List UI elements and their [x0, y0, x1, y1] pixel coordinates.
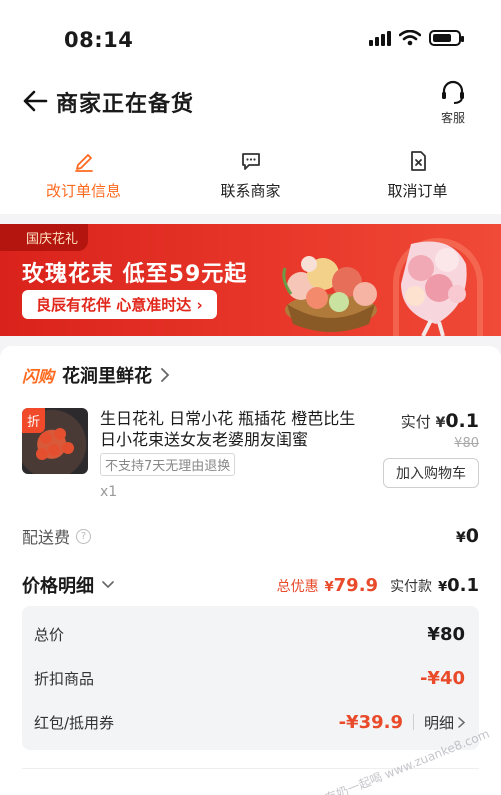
battery-icon [429, 30, 464, 46]
contact-merchant-button[interactable]: 联系商家 [167, 132, 334, 214]
price-detail-header[interactable]: 价格明细 总优惠 ¥79.9 实付款 ¥0.1 [22, 572, 479, 598]
cancel-doc-icon [410, 151, 426, 171]
price-detail-box: 总价 ¥80 折扣商品 -¥40 红包/抵用券 -¥39.9 明细 [22, 606, 479, 750]
wifi-icon [399, 30, 421, 46]
detail-row-total: 总价 ¥80 [34, 621, 465, 647]
product-paid: 实付 ¥0.1 [401, 410, 479, 432]
original-price: ¥80 [454, 436, 479, 451]
edit-icon [74, 154, 93, 172]
chevron-down-icon [102, 581, 114, 589]
no-return-tag: 不支持7天无理由退换 [100, 453, 236, 476]
detail-label: 总价 [34, 625, 65, 644]
detail-value: -¥39.9 [338, 711, 403, 733]
divider [412, 714, 414, 730]
headset-icon [442, 80, 464, 104]
detail-label: 红包/抵用券 [34, 713, 115, 732]
actual-paid-label: 实付款 [390, 578, 433, 595]
customer-service-button[interactable]: 客服 [433, 80, 473, 126]
promo-banner[interactable]: 国庆花礼 玫瑰花束 低至59元起 良辰有花伴 心意准时达 › [0, 224, 501, 336]
shop-link[interactable]: 闪购 花涧里鲜花 [22, 362, 170, 388]
product-title[interactable]: 生日花礼 日常小花 瓶插花 橙芭比生日小花束送女友老婆朋友闺蜜 [100, 408, 370, 450]
detail-row-discount: 折扣商品 -¥40 [34, 665, 465, 691]
chevron-right-icon [161, 368, 170, 382]
order-card: 闪购 花涧里鲜花 折 生日花礼 日常小花 瓶插花 橙芭比生日小花束送女友老婆朋友… [0, 346, 501, 795]
saving-amount: 79.9 [333, 574, 379, 596]
status-bar: 08:14 [0, 0, 501, 76]
cancel-order-label: 取消订单 [387, 182, 448, 200]
total-saving-label: 总优惠 [276, 578, 319, 595]
shop-name: 花涧里鲜花 [62, 366, 153, 387]
paid-label: 实付 [400, 413, 431, 431]
status-icons [369, 30, 464, 46]
detail-label: 折扣商品 [34, 669, 95, 688]
delivery-fee-value: ¥0 [456, 525, 479, 547]
actual-currency: ¥ [438, 579, 448, 595]
detail-row-coupon: 红包/抵用券 -¥39.9 明细 [34, 709, 465, 735]
paid-currency: ¥ [435, 415, 446, 431]
detail-value: -¥40 [419, 667, 465, 689]
cancel-order-button[interactable]: 取消订单 [334, 132, 501, 214]
actual-amount: 0.1 [447, 574, 479, 596]
banner-title: 玫瑰花束 低至59元起 [22, 262, 248, 287]
saving-currency: ¥ [324, 579, 334, 595]
banner-tag: 国庆花礼 [0, 224, 89, 251]
flower-basket-illustration [282, 241, 467, 336]
status-time: 08:14 [64, 28, 134, 52]
edit-order-button[interactable]: 改订单信息 [0, 132, 167, 214]
actual-paid-value: ¥0.1 [438, 575, 479, 596]
total-saving-value: ¥79.9 [325, 575, 378, 596]
product-quantity: x1 [100, 484, 118, 500]
contact-merchant-label: 联系商家 [220, 182, 281, 200]
chevron-right-icon [458, 716, 465, 728]
delivery-fee-label: 配送费 [22, 528, 71, 547]
chat-icon [241, 153, 260, 170]
delivery-fee-currency: ¥ [456, 530, 466, 546]
delivery-fee-row: 配送费 ? ¥0 [22, 524, 479, 548]
product-image[interactable]: 折 [22, 408, 88, 474]
battery-level [433, 34, 451, 42]
flash-buy-badge: 闪购 [22, 367, 55, 386]
help-icon[interactable]: ? [76, 528, 92, 544]
add-to-cart-button[interactable]: 加入购物车 [383, 458, 479, 488]
paid-value: 0.1 [445, 410, 479, 432]
edit-order-label: 改订单信息 [45, 182, 121, 200]
discount-badge: 折 [22, 408, 46, 433]
nav-bar: 商家正在备货 客服 [0, 76, 501, 132]
coupon-detail-link[interactable]: 明细 [424, 712, 465, 733]
back-arrow-icon[interactable] [22, 88, 48, 114]
price-detail-title: 价格明细 [22, 576, 94, 597]
service-label: 客服 [440, 111, 465, 125]
detail-value: ¥80 [427, 623, 465, 645]
coupon-detail-label: 明细 [423, 713, 454, 732]
page-title: 商家正在备货 [56, 92, 195, 117]
banner-slogan: 良辰有花伴 心意准时达 › [22, 290, 217, 319]
delivery-fee-amount: 0 [465, 525, 479, 547]
signal-icon [369, 30, 391, 46]
order-actions: 改订单信息 联系商家 取消订单 [0, 132, 501, 214]
